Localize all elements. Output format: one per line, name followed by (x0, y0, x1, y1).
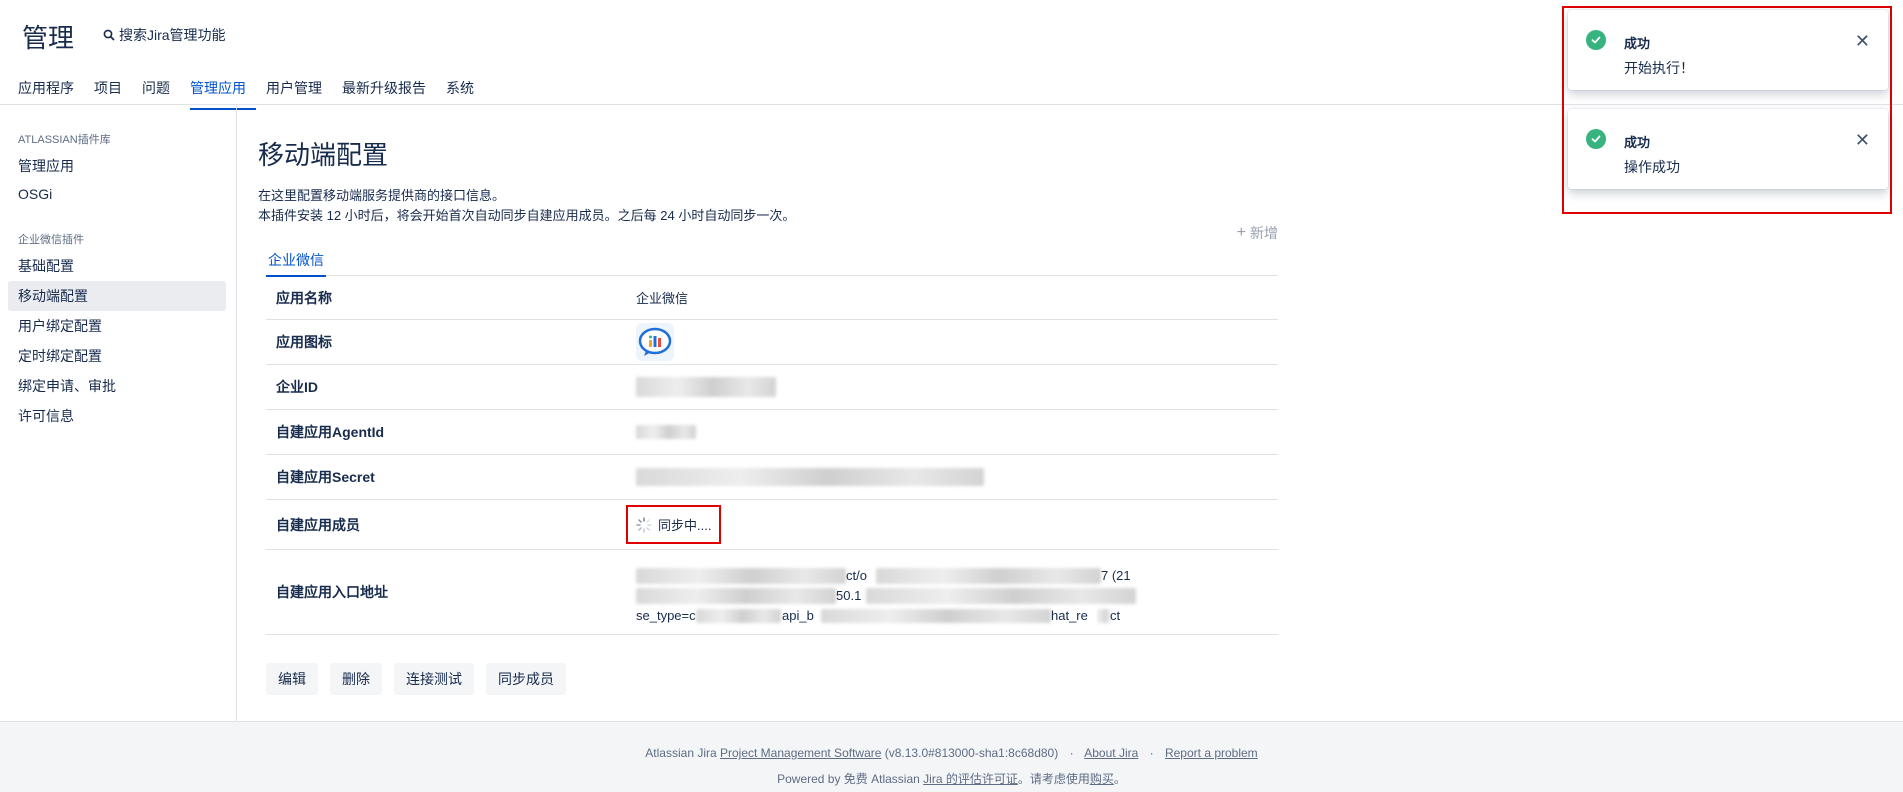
project-management-link[interactable]: Project Management Software (720, 746, 881, 760)
sync-status-text: 同步中.... (658, 518, 712, 533)
sidebar-section-title: 企业微信插件 (18, 234, 84, 246)
eval-license-link[interactable]: Jira 的评估许可证 (923, 772, 1018, 786)
toast-message: 操作成功 (1624, 159, 1680, 175)
add-label: 新增 (1250, 225, 1278, 241)
config-table: 应用名称 企业微信 应用图标 企业ID 自建应用AgentId 自建应用Secr… (266, 276, 1278, 635)
table-row: 企业ID (266, 365, 1278, 410)
toast-title: 成功 (1624, 36, 1651, 51)
edit-button[interactable]: 编辑 (266, 663, 318, 695)
row-label: 企业ID (276, 379, 318, 395)
row-value (636, 468, 1278, 486)
add-button[interactable]: + 新增 (1237, 223, 1278, 243)
sidebar-item-mobile-config[interactable]: 移动端配置 (8, 281, 226, 311)
description-line: 在这里配置移动端服务提供商的接口信息。 (258, 188, 506, 203)
sidebar-item-scheduled-binding[interactable]: 定时绑定配置 (8, 341, 226, 371)
toast-message: 开始执行！ (1624, 60, 1694, 76)
close-icon[interactable]: ✕ (1855, 32, 1870, 50)
buy-link[interactable]: 购买 (1090, 772, 1114, 786)
success-check-icon (1586, 129, 1606, 149)
footer-line: Powered by 免费 Atlassian Jira 的评估许可证。请考虑使… (777, 772, 1126, 786)
row-label: 应用图标 (276, 334, 332, 350)
sidebar-item-manage-apps[interactable]: 管理应用 (8, 151, 226, 181)
close-icon[interactable]: ✕ (1855, 131, 1870, 149)
search-label: 搜索Jira管理功能 (119, 27, 226, 43)
url-line: 50.1 (636, 586, 1278, 606)
plus-icon: + (1236, 224, 1246, 241)
row-label: 应用名称 (276, 289, 332, 306)
row-value: ct/o 7 (21 50.1 se_type=c api_b hat_re c… (636, 558, 1278, 626)
sidebar-item-osgi[interactable]: OSGi (8, 181, 226, 207)
success-check-icon (1586, 30, 1606, 50)
table-row: 应用图标 (266, 320, 1278, 365)
admin-search[interactable]: 搜索Jira管理功能 (103, 25, 226, 45)
sidebar-item-basic-config[interactable]: 基础配置 (8, 251, 226, 281)
toast-title: 成功 (1624, 135, 1651, 150)
toast-notification: 成功 操作成功 ✕ (1568, 109, 1888, 189)
page-footer: Atlassian Jira Project Management Softwa… (0, 721, 1903, 792)
wecom-app-icon (636, 323, 674, 361)
toast-notification: 成功 开始执行！ ✕ (1568, 10, 1888, 90)
sidebar: ATLASSIAN插件库 管理应用 OSGi 企业微信插件 基础配置 移动端配置… (0, 105, 237, 721)
provider-tabs: 企业微信 (266, 250, 1278, 277)
report-problem-link[interactable]: Report a problem (1165, 746, 1258, 760)
sidebar-item-license[interactable]: 许可信息 (8, 401, 226, 431)
description-line: 本插件安装 12 小时后，将会开始首次自动同步自建应用成员。之后每 24 小时自… (258, 208, 796, 223)
sidebar-item-user-binding[interactable]: 用户绑定配置 (8, 311, 226, 341)
table-row: 自建应用入口地址 ct/o 7 (21 50.1 se_type=c api_b (266, 550, 1278, 635)
search-icon (103, 29, 115, 41)
url-line: ct/o 7 (21 (636, 566, 1278, 586)
row-value (636, 323, 1278, 361)
delete-button[interactable]: 删除 (330, 663, 382, 695)
redacted-value (636, 425, 696, 439)
url-line: se_type=c api_b hat_re ct (636, 608, 1121, 623)
row-value: 企业微信 (636, 291, 689, 306)
sidebar-section-title: ATLASSIAN插件库 (18, 134, 111, 146)
redacted-value (636, 377, 776, 397)
sync-members-button[interactable]: 同步成员 (486, 663, 566, 695)
page-description: 在这里配置移动端服务提供商的接口信息。 本插件安装 12 小时后，将会开始首次自… (258, 186, 1278, 226)
sync-status: 同步中.... (626, 505, 722, 544)
row-value (636, 377, 1278, 397)
table-row: 自建应用Secret (266, 455, 1278, 500)
main-content: 移动端配置 在这里配置移动端服务提供商的接口信息。 本插件安装 12 小时后，将… (258, 105, 1278, 695)
row-label: 自建应用成员 (276, 516, 360, 533)
tab-wecom[interactable]: 企业微信 (266, 250, 326, 277)
table-row: 自建应用AgentId (266, 410, 1278, 455)
row-label: 自建应用Secret (276, 469, 375, 485)
page-title: 移动端配置 (258, 140, 389, 170)
action-buttons: 编辑 删除 连接测试 同步成员 (266, 663, 1278, 695)
row-value (636, 425, 1278, 439)
loading-spinner-icon (636, 516, 652, 533)
redacted-value (636, 468, 984, 486)
row-label: 自建应用入口地址 (276, 584, 388, 600)
row-value: 同步中.... (626, 505, 1278, 544)
table-row: 自建应用成员 同步中.... (266, 500, 1278, 550)
footer-line: Atlassian Jira Project Management Softwa… (645, 746, 1258, 760)
row-label: 自建应用AgentId (276, 424, 385, 440)
page-app-title: 管理 (22, 23, 75, 53)
about-jira-link[interactable]: About Jira (1084, 746, 1138, 760)
table-row: 应用名称 企业微信 (266, 276, 1278, 320)
test-connection-button[interactable]: 连接测试 (394, 663, 474, 695)
sidebar-item-binding-approval[interactable]: 绑定申请、审批 (8, 371, 226, 401)
